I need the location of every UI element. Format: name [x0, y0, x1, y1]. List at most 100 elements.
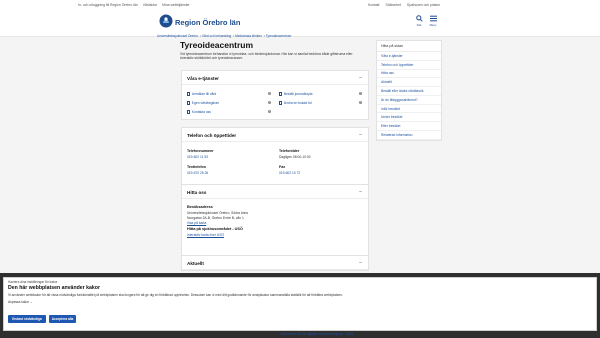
- cookie-customize-toggle[interactable]: Anpassa kakor ⌄: [8, 300, 33, 304]
- collapse-icon: −: [359, 132, 362, 138]
- hours-value: Dagligen 08:00-10:00: [279, 155, 311, 159]
- external-link-icon: [279, 92, 283, 96]
- main-intro: Tyreoideacentrum Vid tyreoideacentrum be…: [180, 40, 370, 61]
- accept-all-cookies-button[interactable]: Acceptera alla: [49, 315, 76, 323]
- collapse-icon: −: [359, 189, 362, 195]
- find-header[interactable]: Hitta oss −: [182, 185, 368, 199]
- collapse-icon: −: [359, 75, 362, 81]
- hours-label: Telefontider: [279, 149, 300, 153]
- contact-details: Telefonnummer 019-602 11 93 Telefontider…: [182, 142, 368, 188]
- hospital-area-heading: Hitta på sjukhusområdet - USÖ: [187, 227, 243, 231]
- toc-item[interactable]: Inför besöket: [377, 105, 441, 114]
- external-link-icon: [187, 92, 191, 96]
- top-link-services[interactable]: Mina webbtjänster: [162, 3, 190, 7]
- eservices-list: Anmälan till vård Egen vårdbegäran Konta…: [182, 85, 368, 119]
- eservice-label: Beställ journalkopia: [283, 92, 313, 96]
- info-icon[interactable]: i: [268, 110, 272, 114]
- news-header[interactable]: Aktuellt −: [182, 256, 368, 270]
- cookie-customize-label: Anpassa kakor: [8, 300, 30, 304]
- find-panel: Hitta oss − Besöksadress Universitetssju…: [181, 184, 369, 256]
- eservice-label: Kontakta oss: [191, 110, 211, 114]
- chevron-down-icon: ⌄: [29, 300, 33, 304]
- map-link[interactable]: Visa på karta: [187, 221, 206, 225]
- external-link-icon: [187, 101, 191, 105]
- page-intro: Vid tyreoideacentrum behandlar vi tyreoi…: [180, 52, 353, 61]
- menu-icon: [429, 15, 437, 22]
- phone-value[interactable]: 019-602 11 93: [187, 155, 208, 159]
- info-icon[interactable]: i: [359, 101, 363, 105]
- toc-item[interactable]: Efter besöket: [377, 122, 441, 132]
- fax-label: Fax: [279, 165, 286, 169]
- toc-item[interactable]: Beställ eller ändra vårdbesök: [377, 87, 441, 96]
- top-utility-links: In- och utloggning till Region Örebro lä…: [78, 3, 194, 7]
- top-link-accessibility[interactable]: Sökbarhet: [385, 3, 400, 7]
- toc-item[interactable]: Telefon och öppettider: [377, 61, 441, 70]
- textphone-label: Texttelefon: [187, 165, 206, 169]
- collapse-icon: −: [359, 260, 362, 266]
- find-title: Hitta oss: [187, 189, 207, 195]
- eservice-label: Anmälan till vård: [191, 92, 217, 96]
- cookie-title: Den här webbplatsen använder kakor: [8, 285, 100, 291]
- eservice-link[interactable]: Beställ journalkopia: [279, 92, 312, 96]
- contact-title: Telefon och öppettider: [187, 132, 237, 138]
- eservice-label: Egen vårdbegäran: [191, 101, 220, 105]
- eservices-panel: Våra e-tjänster − Anmälan till vård Egen…: [181, 70, 369, 120]
- news-title: Aktuellt: [187, 260, 204, 266]
- breadcrumb-item[interactable]: Universitetssjukhuset Örebro: [157, 34, 198, 38]
- breadcrumb-current: Tyreoideacentrum: [265, 34, 292, 38]
- necessary-cookies-button[interactable]: Endast nödvändiga: [8, 315, 46, 323]
- eservice-link[interactable]: Anmälan till vård: [187, 92, 216, 96]
- hospital-map-link[interactable]: Interaktiv karta över USÖ: [187, 233, 224, 237]
- info-icon[interactable]: i: [268, 92, 272, 96]
- contact-header[interactable]: Telefon och öppettider −: [182, 128, 368, 142]
- footer-link[interactable]: Välkommen till vår digitala meddelandetj…: [280, 332, 353, 336]
- breadcrumb: Universitetssjukhuset Örebro › Vård och b…: [157, 34, 292, 38]
- top-link-care[interactable]: Vårdsidor: [143, 3, 158, 7]
- top-utility-bar: In- och utloggning till Region Örebro lä…: [0, 0, 600, 9]
- search-button-label: Sök: [416, 23, 422, 27]
- page-toc: Hitta på sidan Våra e-tjänster Telefon o…: [376, 40, 442, 141]
- eservice-label: Ändra en bokad tid: [283, 101, 312, 105]
- region-logo-icon[interactable]: [159, 14, 173, 28]
- menu-button[interactable]: Meny: [426, 15, 440, 30]
- find-details: Besöksadress Universitetssjukhuset Örebr…: [182, 199, 368, 255]
- menu-button-label: Meny: [429, 23, 437, 27]
- toc-item[interactable]: Relaterad information: [377, 131, 441, 140]
- eservices-title: Våra e-tjänster: [187, 75, 219, 81]
- toc-item[interactable]: Under besöket: [377, 113, 441, 123]
- top-utility-right: Kontakt Sökbarhet Sjukhusen och platser: [368, 3, 445, 7]
- breadcrumb-item[interactable]: Medicinska kliniker: [235, 34, 262, 38]
- brand-name[interactable]: Region Örebro län: [175, 18, 240, 27]
- visit-address-label: Besöksadress: [187, 205, 213, 209]
- info-icon[interactable]: i: [268, 101, 272, 105]
- search-icon: [415, 15, 423, 22]
- eservices-header[interactable]: Våra e-tjänster −: [182, 71, 368, 85]
- cookie-text: Vi använder webbkakor för att vissa nödv…: [8, 293, 343, 297]
- external-link-icon: [279, 101, 283, 105]
- toc-item[interactable]: Är du tillsyggarutnämnd?: [377, 96, 441, 105]
- search-button[interactable]: Sök: [412, 15, 426, 30]
- site-header: Region Örebro län Sök Meny: [0, 9, 600, 37]
- cookie-banner: Hantera dina inställningar för kakor Den…: [3, 277, 597, 331]
- external-link-icon: [187, 110, 191, 114]
- eservice-link[interactable]: Ändra en bokad tid: [279, 101, 312, 105]
- top-link-hospitals[interactable]: Sjukhusen och platser: [407, 3, 440, 7]
- textphone-value[interactable]: 019-670 25 26: [187, 171, 208, 175]
- contact-panel: Telefon och öppettider − Telefonnummer 0…: [181, 127, 369, 189]
- toc-item[interactable]: Aktuellt: [377, 78, 441, 88]
- cookie-settings-caption: Hantera dina inställningar för kakor: [8, 280, 58, 284]
- breadcrumb-item[interactable]: Vård och behandling: [202, 34, 231, 38]
- top-link-login[interactable]: In- och utloggning till Region Örebro lä…: [78, 3, 138, 7]
- toc-heading: Hitta på sidan: [377, 41, 441, 52]
- page-title: Tyreoideacentrum: [180, 40, 254, 50]
- toc-item[interactable]: Våra e-tjänster: [377, 52, 441, 61]
- toc-item[interactable]: Hitta oss: [377, 70, 441, 79]
- top-link-contact[interactable]: Kontakt: [368, 3, 380, 7]
- eservice-link[interactable]: Kontakta oss: [187, 110, 211, 114]
- address-line: Norrgatan 2A-B, Örebro Entré B, vån 1: [187, 215, 244, 220]
- eservice-link[interactable]: Egen vårdbegäran: [187, 101, 219, 105]
- fax-value[interactable]: 019-602 10 72: [279, 171, 300, 175]
- phone-label: Telefonnummer: [187, 149, 214, 153]
- info-icon[interactable]: i: [359, 92, 363, 96]
- news-panel: Aktuellt −: [181, 255, 369, 271]
